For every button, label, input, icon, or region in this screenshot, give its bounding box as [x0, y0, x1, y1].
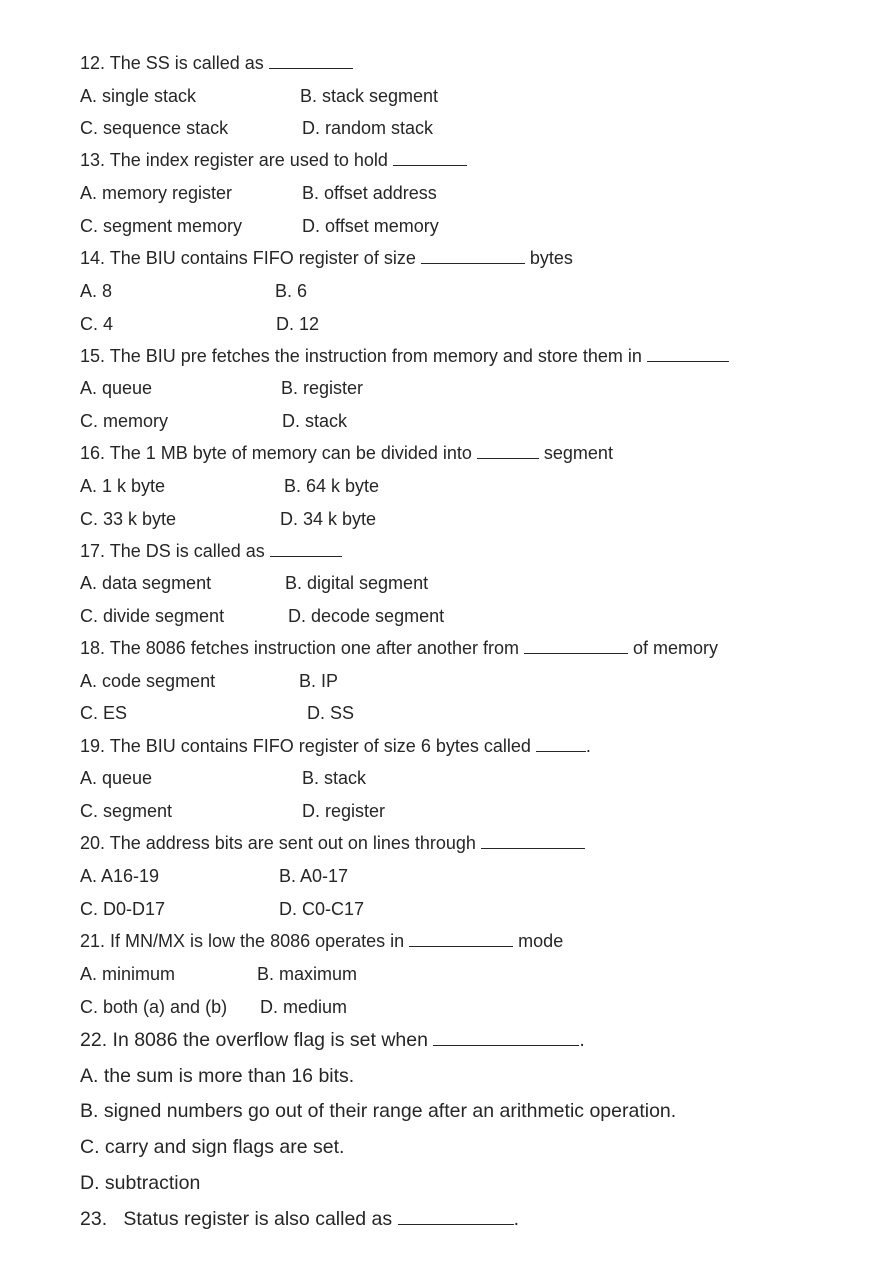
answer-blank: [269, 540, 342, 557]
question-suffix: .: [579, 1029, 585, 1051]
question-16: 16. The 1 MB byte of memory can be divid…: [80, 442, 613, 464]
question-suffix: segment: [538, 443, 613, 463]
option-b: B. stack: [302, 768, 367, 788]
answer-blank: [420, 247, 525, 264]
option-a: A. data segment: [80, 573, 212, 593]
option-d: D. 34 k byte: [280, 509, 377, 529]
question-13: 13. The index register are used to hold: [80, 149, 467, 171]
option-a: A. A16-19: [80, 866, 160, 886]
option-d: D. register: [302, 801, 386, 821]
question-number: 22.: [80, 1029, 108, 1051]
option-c: C. 33 k byte: [80, 509, 177, 529]
question-suffix: bytes: [524, 248, 573, 268]
question-number: 13.: [80, 150, 106, 170]
question-text: In 8086 the overflow flag is set when: [112, 1029, 434, 1051]
option-c: C. ES: [80, 703, 128, 723]
question-number: 15.: [80, 346, 106, 366]
option-a: A. minimum: [80, 964, 176, 984]
question-text: The 8086 fetches instruction one after a…: [109, 638, 524, 658]
option-a: A. single stack: [80, 86, 197, 106]
question-text: The BIU pre fetches the instruction from…: [109, 346, 647, 366]
question-text: The DS is called as: [109, 541, 270, 561]
question-suffix: of memory: [627, 638, 718, 658]
question-text: The index register are used to hold: [109, 150, 393, 170]
option-c: C. 4: [80, 314, 114, 334]
answer-blank: [397, 1208, 514, 1225]
question-number: 19.: [80, 736, 106, 756]
answer-blank: [476, 442, 539, 459]
answer-blank: [480, 832, 585, 849]
question-text: Status register is also called as: [107, 1208, 398, 1230]
question-number: 20.: [80, 833, 106, 853]
question-number: 17.: [80, 541, 106, 561]
question-18: 18. The 8086 fetches instruction one aft…: [80, 637, 718, 659]
question-17: 17. The DS is called as: [80, 540, 342, 562]
option-d: D. stack: [282, 411, 348, 431]
question-number: 14.: [80, 248, 106, 268]
option-d: D. medium: [260, 997, 348, 1017]
question-number: 21.: [80, 931, 106, 951]
question-21: 21. If MN/MX is low the 8086 operates in…: [80, 930, 563, 952]
option-b: B. offset address: [302, 183, 437, 203]
option-a: A. queue: [80, 768, 153, 788]
question-number: 18.: [80, 638, 106, 658]
question-19: 19. The BIU contains FIFO register of si…: [80, 735, 591, 757]
answer-blank: [646, 345, 729, 362]
question-text: The SS is called as: [105, 53, 269, 73]
option-b: B. digital segment: [285, 573, 429, 593]
question-23: 23. Status register is also called as .: [80, 1208, 519, 1230]
option-a: A. 8: [80, 281, 113, 301]
option-d: D. random stack: [302, 118, 434, 138]
option-b: B. 6: [275, 281, 308, 301]
option-b: B. 64 k byte: [284, 476, 380, 496]
question-suffix: mode: [513, 931, 564, 951]
answer-blank: [409, 930, 514, 947]
question-text: The BIU contains FIFO register of size 6…: [105, 736, 536, 756]
question-22: 22. In 8086 the overflow flag is set whe…: [80, 1029, 585, 1051]
option-d: D. offset memory: [302, 216, 439, 236]
question-12: 12. The SS is called as: [80, 52, 353, 74]
option-b: B. signed numbers go out of their range …: [80, 1100, 677, 1122]
question-20: 20. The address bits are sent out on lin…: [80, 832, 585, 854]
answer-blank: [433, 1029, 580, 1046]
question-text: If MN/MX is low the 8086 operates in: [105, 931, 410, 951]
option-d: D. C0-C17: [279, 899, 365, 919]
question-suffix: .: [513, 1208, 519, 1230]
question-number: 12.: [80, 53, 106, 73]
option-b: B. maximum: [257, 964, 358, 984]
question-suffix: .: [585, 736, 591, 756]
option-a: A. queue: [80, 378, 153, 398]
option-b: B. register: [281, 378, 364, 398]
question-text: The address bits are sent out on lines t…: [109, 833, 481, 853]
question-text: The 1 MB byte of memory can be divided i…: [109, 443, 477, 463]
option-c: C. divide segment: [80, 606, 225, 626]
answer-blank: [523, 637, 628, 654]
option-c: C. memory: [80, 411, 169, 431]
option-b: B. A0-17: [279, 866, 349, 886]
option-c: C. carry and sign flags are set.: [80, 1136, 345, 1158]
answer-blank: [535, 735, 586, 752]
option-c: C. sequence stack: [80, 118, 229, 138]
option-c: C. both (a) and (b): [80, 997, 228, 1017]
option-c: C. D0-D17: [80, 899, 166, 919]
question-number: 23.: [80, 1208, 108, 1230]
question-15: 15. The BIU pre fetches the instruction …: [80, 345, 729, 367]
option-c: C. segment memory: [80, 216, 243, 236]
option-b: B. stack segment: [300, 86, 439, 106]
question-text: The BIU contains FIFO register of size: [109, 248, 421, 268]
option-a: A. memory register: [80, 183, 233, 203]
option-d: D. decode segment: [288, 606, 445, 626]
question-14: 14. The BIU contains FIFO register of si…: [80, 247, 573, 269]
option-a: A. 1 k byte: [80, 476, 166, 496]
option-a: A. the sum is more than 16 bits.: [80, 1065, 355, 1087]
option-c: C. segment: [80, 801, 173, 821]
option-d: D. subtraction: [80, 1172, 201, 1194]
option-a: A. code segment: [80, 671, 216, 691]
option-d: D. 12: [276, 314, 320, 334]
answer-blank: [268, 52, 353, 69]
option-b: B. IP: [299, 671, 339, 691]
option-d: D. SS: [307, 703, 355, 723]
question-number: 16.: [80, 443, 106, 463]
answer-blank: [392, 149, 467, 166]
